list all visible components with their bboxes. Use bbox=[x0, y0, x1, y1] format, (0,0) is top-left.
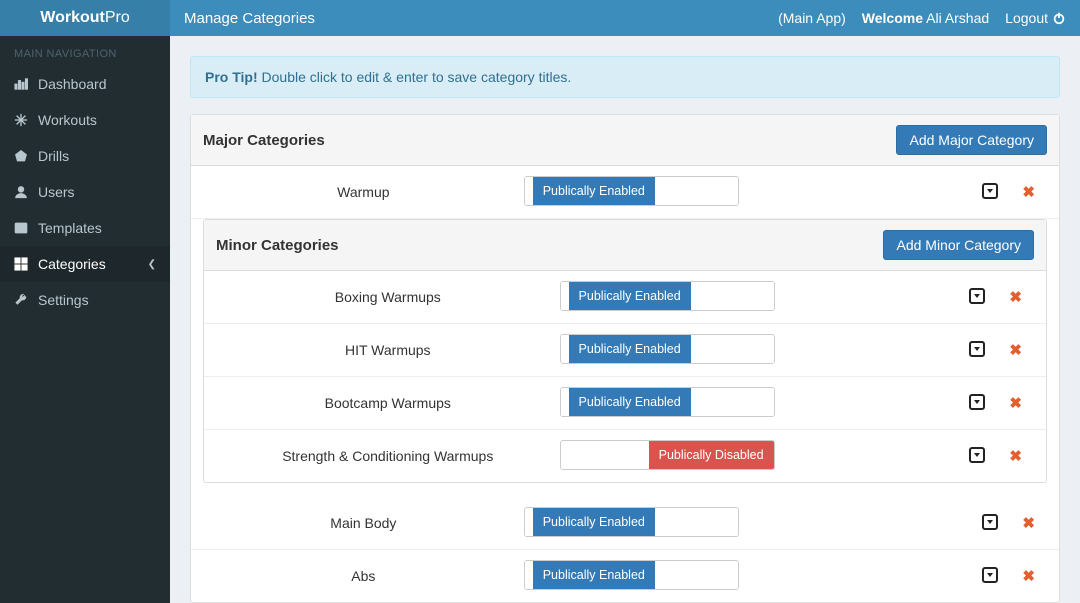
expand-icon[interactable] bbox=[969, 288, 985, 304]
expand-icon[interactable] bbox=[982, 567, 998, 583]
delete-icon[interactable]: ✖ bbox=[1009, 341, 1022, 359]
category-name[interactable]: Warmup bbox=[203, 184, 524, 200]
chevron-left-icon: ❮ bbox=[148, 259, 156, 270]
delete-icon[interactable]: ✖ bbox=[1022, 514, 1035, 532]
sidebar-item-drills[interactable]: Drills bbox=[0, 138, 170, 174]
visibility-toggle[interactable]: Publically Enabled bbox=[560, 281, 775, 311]
pro-tip-banner: Pro Tip! Double click to edit & enter to… bbox=[190, 56, 1060, 98]
bar-chart-icon bbox=[14, 77, 28, 91]
visibility-toggle[interactable]: Publically Disabled bbox=[560, 440, 775, 470]
minor-category-row: Strength & Conditioning Warmups Publical… bbox=[204, 430, 1046, 482]
snowflake-icon bbox=[14, 113, 28, 127]
category-name[interactable]: HIT Warmups bbox=[216, 342, 560, 358]
power-icon bbox=[1052, 11, 1066, 25]
delete-icon[interactable]: ✖ bbox=[1022, 567, 1035, 585]
sidebar-item-dashboard[interactable]: Dashboard bbox=[0, 66, 170, 102]
pentagon-icon bbox=[14, 149, 28, 163]
major-categories-panel: Major Categories Add Major Category Warm… bbox=[190, 114, 1060, 603]
category-name[interactable]: Abs bbox=[203, 568, 524, 584]
visibility-toggle[interactable]: Publically Enabled bbox=[560, 387, 775, 417]
expand-icon[interactable] bbox=[982, 183, 998, 199]
minor-category-row: Bootcamp Warmups Publically Enabled ✖ bbox=[204, 377, 1046, 430]
main-app-link[interactable]: (Main App) bbox=[778, 10, 846, 26]
user-icon bbox=[14, 185, 28, 199]
minor-category-row: Boxing Warmups Publically Enabled ✖ bbox=[204, 271, 1046, 324]
sidebar-item-settings[interactable]: Settings bbox=[0, 282, 170, 318]
topbar: WorkoutPro Manage Categories (Main App) … bbox=[0, 0, 1080, 36]
visibility-toggle[interactable]: Publically Enabled bbox=[524, 507, 739, 537]
visibility-toggle[interactable]: Publically Enabled bbox=[524, 560, 739, 590]
expand-icon[interactable] bbox=[982, 514, 998, 530]
major-heading: Major Categories bbox=[203, 132, 325, 149]
expand-icon[interactable] bbox=[969, 394, 985, 410]
page-title: Manage Categories bbox=[170, 10, 315, 27]
sidebar-item-categories[interactable]: Categories ❮ bbox=[0, 246, 170, 282]
expand-icon[interactable] bbox=[969, 447, 985, 463]
welcome-text: Welcome Ali Arshad bbox=[862, 10, 989, 26]
delete-icon[interactable]: ✖ bbox=[1022, 183, 1035, 201]
logout-link[interactable]: Logout bbox=[1005, 10, 1066, 26]
major-category-row: Warmup Publically Enabled ✖ bbox=[191, 166, 1059, 219]
sidebar-item-users[interactable]: Users bbox=[0, 174, 170, 210]
content: Pro Tip! Double click to edit & enter to… bbox=[170, 36, 1080, 603]
sidebar-item-templates[interactable]: Templates bbox=[0, 210, 170, 246]
wrench-icon bbox=[14, 293, 28, 307]
category-name[interactable]: Boxing Warmups bbox=[216, 289, 560, 305]
minor-category-row: HIT Warmups Publically Enabled ✖ bbox=[204, 324, 1046, 377]
add-major-category-button[interactable]: Add Major Category bbox=[896, 125, 1047, 155]
logo[interactable]: WorkoutPro bbox=[0, 0, 170, 36]
major-category-row: Main Body Publically Enabled ✖ bbox=[191, 497, 1059, 550]
visibility-toggle[interactable]: Publically Enabled bbox=[524, 176, 739, 206]
minor-categories-panel: Minor Categories Add Minor Category Boxi… bbox=[203, 219, 1047, 483]
visibility-toggle[interactable]: Publically Enabled bbox=[560, 334, 775, 364]
category-name[interactable]: Strength & Conditioning Warmups bbox=[216, 448, 560, 464]
major-category-row: Abs Publically Enabled ✖ bbox=[191, 550, 1059, 602]
templates-icon bbox=[14, 221, 28, 235]
nav-heading: MAIN NAVIGATION bbox=[0, 36, 170, 66]
delete-icon[interactable]: ✖ bbox=[1009, 288, 1022, 306]
minor-heading: Minor Categories bbox=[216, 237, 339, 254]
categories-icon bbox=[14, 257, 28, 271]
sidebar: MAIN NAVIGATION Dashboard Workouts Drill… bbox=[0, 36, 170, 603]
delete-icon[interactable]: ✖ bbox=[1009, 394, 1022, 412]
add-minor-category-button[interactable]: Add Minor Category bbox=[883, 230, 1034, 260]
expand-icon[interactable] bbox=[969, 341, 985, 357]
sidebar-item-workouts[interactable]: Workouts bbox=[0, 102, 170, 138]
delete-icon[interactable]: ✖ bbox=[1009, 447, 1022, 465]
topbar-right: (Main App) Welcome Ali Arshad Logout bbox=[778, 10, 1080, 26]
category-name[interactable]: Bootcamp Warmups bbox=[216, 395, 560, 411]
category-name[interactable]: Main Body bbox=[203, 515, 524, 531]
